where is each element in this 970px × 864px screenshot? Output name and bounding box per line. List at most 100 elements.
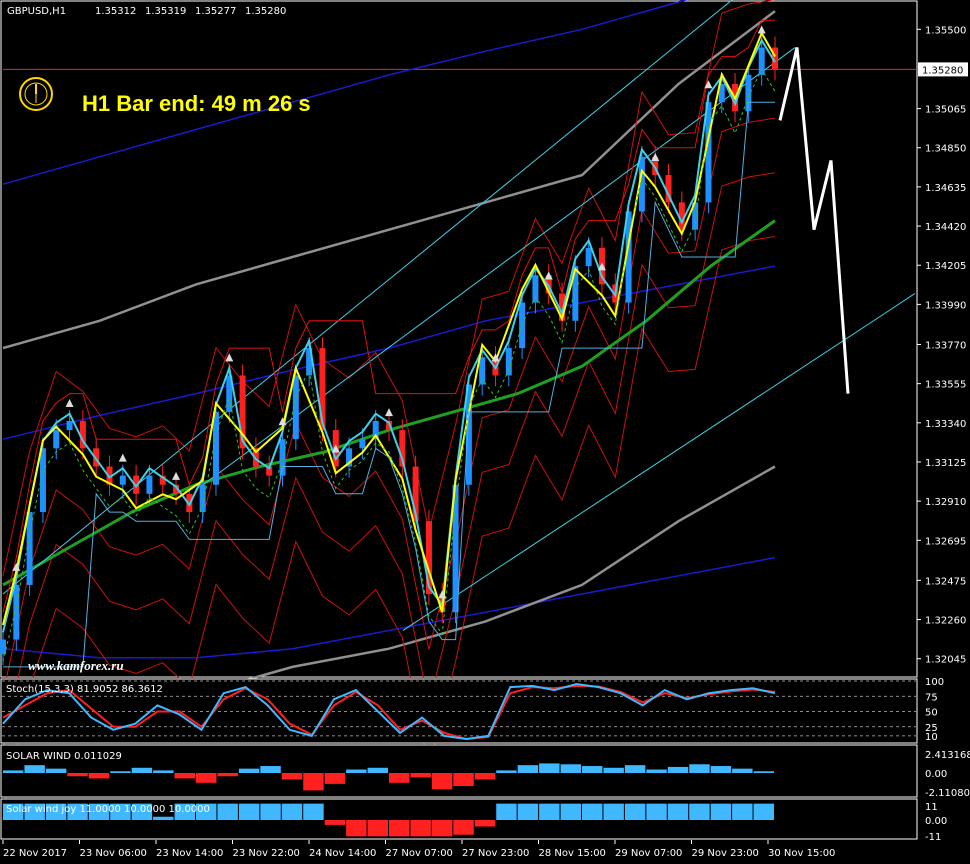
solar-wind-axis: 2.413168 0.00 -2.110809 (925, 750, 970, 799)
time-tick-label: 22 Nov 2017 (3, 848, 67, 859)
solar-wind-joy-bar (389, 820, 410, 837)
solar-wind-bar (753, 771, 774, 773)
price-tick-label: 1.32045 (925, 655, 966, 666)
solar-wind-bar (667, 766, 689, 773)
solar-wind-bar (431, 773, 453, 790)
solar-wind-joy-bar (539, 803, 560, 820)
ohlc-high: 1.35319 (145, 6, 186, 17)
candle-body (66, 420, 73, 431)
price-tick-label: 1.34635 (925, 183, 966, 194)
solar-wind-joy-axis-label: 0.00 (925, 816, 947, 827)
price-tick-label: 1.33340 (925, 419, 966, 430)
solar-wind-bar (24, 765, 45, 773)
candle-body (585, 247, 592, 267)
time-tick-label: 23 Nov 14:00 (156, 848, 223, 859)
candle-body (119, 475, 126, 485)
solar-wind-joy-label: Solar wind joy 11.0000 10.0000 10.0000 (6, 804, 210, 815)
solar-wind-joy-bar (732, 803, 753, 820)
solar-wind-joy-bar (260, 803, 281, 820)
candle-body (532, 275, 539, 303)
solar-wind-bar (131, 767, 153, 773)
solar-wind-bar (410, 773, 431, 778)
time-tick-label: 28 Nov 15:00 (539, 848, 606, 859)
candle-body (13, 584, 20, 640)
price-tick-label: 1.35065 (925, 105, 966, 116)
price-axis: 1.35500 1.35065 1.34850 1.34635 1.34420 1.342… (917, 25, 968, 666)
ohlc-close: 1.35280 (245, 6, 286, 17)
solar-wind-bar (174, 773, 195, 779)
solar-wind-joy-bar (582, 803, 603, 820)
stochastic-window[interactable]: Stoch(15,3,3) 81.9052 86.3612 (0, 678, 918, 744)
solar-wind-joy-bar (624, 803, 646, 820)
solar-wind-joy-window[interactable]: Solar wind joy 11.0000 10.0000 10.0000 (0, 798, 918, 840)
solar-wind-bar (560, 764, 581, 773)
stochastic-level-label: 75 (925, 692, 938, 703)
solar-wind-bar (346, 769, 367, 773)
clock-icon (19, 77, 53, 111)
solar-wind-joy-bar (560, 803, 581, 820)
solar-wind-bar (217, 773, 238, 777)
chart-terminal[interactable]: GBPUSD,H1 1.35312 1.35319 1.35277 1.3528… (0, 0, 970, 864)
solar-wind-joy-bar (474, 820, 496, 827)
candle-body (359, 439, 366, 449)
price-tick-label: 1.33990 (925, 300, 966, 311)
solar-wind-joy-bar (453, 820, 474, 835)
solar-wind-bar (367, 767, 388, 773)
time-tick-label: 27 Nov 23:00 (462, 848, 529, 859)
solar-wind-joy-axis: 11 0.00 -11 (925, 802, 947, 843)
price-tick-label: 1.32260 (925, 616, 966, 627)
solar-wind-bar (689, 764, 710, 773)
solar-wind-bar (624, 765, 646, 773)
time-tick-label: 23 Nov 06:00 (80, 848, 147, 859)
solar-wind-joy-axis-label: 11 (925, 802, 938, 813)
solar-wind-joy-bar (281, 803, 303, 820)
solar-wind-bar (646, 769, 667, 773)
solar-wind-bar (324, 773, 346, 784)
solar-wind-joy-bar (367, 820, 388, 837)
watermark: www.kamforex.ru (28, 658, 124, 673)
solar-wind-joy-bar (496, 803, 517, 820)
candle-body (505, 348, 512, 376)
symbol-title: GBPUSD,H1 (7, 6, 66, 17)
solar-wind-joy-bar (646, 803, 667, 820)
solar-wind-window[interactable]: SOLAR WIND 0.011029 (0, 744, 918, 798)
candle-body (146, 475, 153, 494)
price-tick-label: 1.33555 (925, 380, 966, 391)
solar-wind-bar (474, 773, 496, 780)
time-tick-label: 27 Nov 07:00 (386, 848, 453, 859)
solar-wind-joy-bar (667, 803, 689, 820)
candle-body (39, 448, 46, 513)
price-tick-label: 1.32475 (925, 576, 966, 587)
price-tick-label: 1.34205 (925, 261, 966, 272)
solar-wind-joy-bar (153, 816, 174, 820)
solar-wind-axis-label: 0.00 (925, 769, 947, 780)
price-tick-label: 1.34420 (925, 222, 966, 233)
candle-body (212, 411, 219, 485)
solar-wind-bar (153, 770, 174, 773)
candle-body (199, 484, 206, 513)
solar-wind-joy-bar (689, 803, 710, 820)
solar-wind-bar (389, 773, 410, 783)
time-tick-label: 29 Nov 23:00 (692, 848, 759, 859)
time-axis: 22 Nov 2017 23 Nov 06:00 23 Nov 14:00 23 No… (2, 840, 835, 859)
candle-body (0, 639, 6, 655)
solar-wind-joy-bar (217, 803, 238, 820)
price-tick-label: 1.32910 (925, 497, 966, 508)
ohlc-low: 1.35277 (195, 6, 236, 17)
solar-wind-bar (582, 766, 603, 773)
price-tick-label: 1.34850 (925, 144, 966, 155)
ohlc-open: 1.35312 (95, 6, 136, 17)
solar-wind-bar (603, 767, 624, 773)
solar-wind-bar (3, 770, 24, 773)
price-tick-label: 1.35500 (925, 25, 966, 36)
solar-wind-bar (45, 768, 67, 773)
solar-wind-joy-bar (431, 820, 453, 837)
solar-wind-bar (710, 766, 732, 773)
bar-timer-label: H1 Bar end: 49 m 26 s (82, 91, 311, 116)
stochastic-level-label: 10 (925, 732, 938, 743)
price-tick-label: 1.33770 (925, 340, 966, 351)
solar-wind-joy-bar (517, 803, 539, 820)
solar-wind-bar (517, 765, 539, 773)
candle-body (26, 512, 33, 585)
solar-wind-axis-label: 2.413168 (925, 750, 970, 761)
